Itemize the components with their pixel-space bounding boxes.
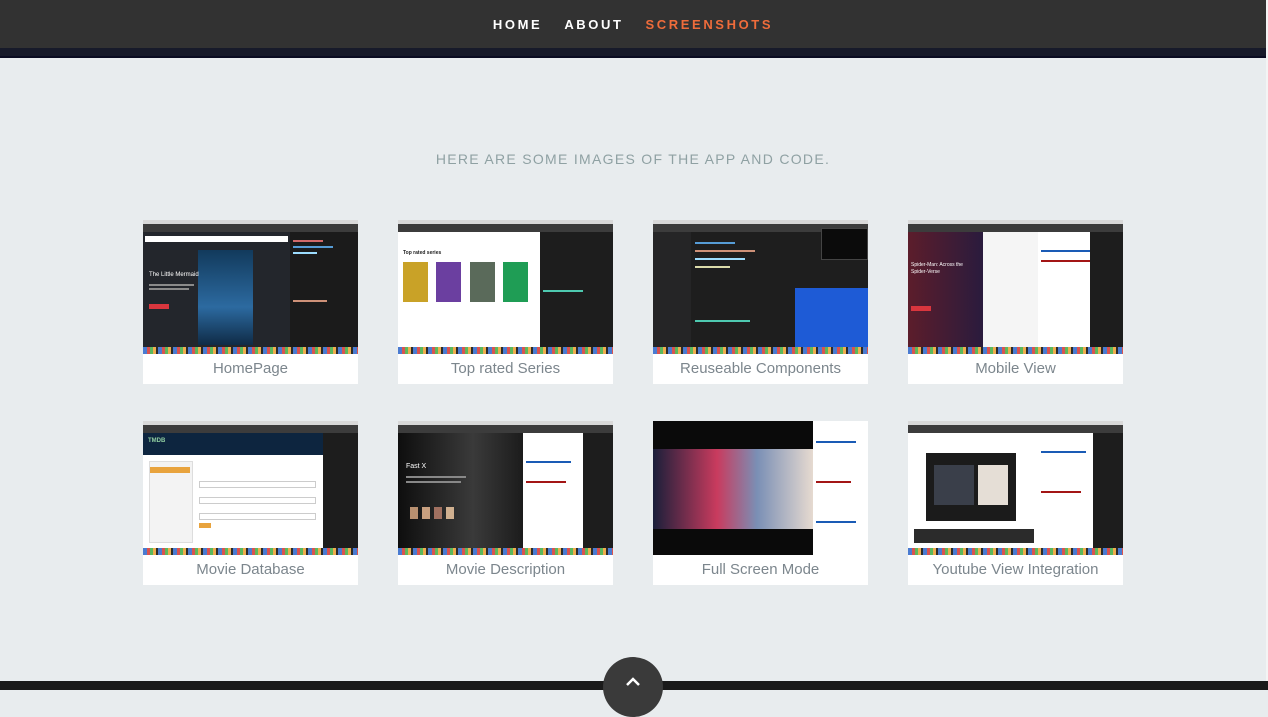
gallery-card-youtube-view-integration[interactable]: Youtube View Integration bbox=[908, 421, 1123, 585]
gallery-card-homepage[interactable]: The Little Mermaid HomePage bbox=[143, 220, 358, 384]
screenshot-thumbnail bbox=[653, 421, 868, 555]
card-caption: Mobile View bbox=[975, 360, 1056, 377]
thumb-series-heading: Top rated series bbox=[403, 250, 442, 256]
card-caption: Movie Database bbox=[196, 561, 305, 578]
gallery-card-mobile-view[interactable]: Spider-Man: Across the Spider-Verse Mobi… bbox=[908, 220, 1123, 384]
thumb-description-title: Fast X bbox=[406, 463, 427, 470]
nav-home-link[interactable]: HOME bbox=[482, 17, 553, 32]
section-heading: HERE ARE SOME IMAGES OF THE APP AND CODE… bbox=[435, 151, 831, 167]
thumb-mobile-title: Spider-Man: Across the Spider-Verse bbox=[911, 262, 963, 275]
screenshot-thumbnail bbox=[908, 421, 1123, 555]
card-caption: Movie Description bbox=[445, 561, 566, 578]
chevron-up-icon bbox=[626, 677, 640, 686]
navbar-shadow-stripe bbox=[0, 48, 1266, 58]
screenshot-thumbnail: TMDB bbox=[143, 421, 358, 555]
card-caption: Top rated Series bbox=[450, 360, 561, 377]
thumb-title-text: The Little Mermaid bbox=[149, 272, 199, 278]
top-navbar: HOME ABOUT SCREENSHOTS bbox=[0, 0, 1266, 48]
screenshot-thumbnail: Spider-Man: Across the Spider-Verse bbox=[908, 220, 1123, 354]
card-caption: HomePage bbox=[212, 360, 289, 377]
gallery-card-top-rated-series[interactable]: Top rated series Top rated Series bbox=[398, 220, 613, 384]
screenshot-thumbnail bbox=[653, 220, 868, 354]
card-caption: Youtube View Integration bbox=[932, 561, 1099, 578]
nav-screenshots-link[interactable]: SCREENSHOTS bbox=[635, 17, 785, 32]
gallery-card-movie-description[interactable]: Fast X Movie Description bbox=[398, 421, 613, 585]
thumb-tmdb-logo: TMDB bbox=[148, 438, 166, 444]
nav-links: HOME ABOUT SCREENSHOTS bbox=[482, 17, 784, 32]
back-to-top-button[interactable] bbox=[603, 657, 663, 717]
card-caption: Reuseable Components bbox=[680, 360, 841, 377]
nav-about-link[interactable]: ABOUT bbox=[553, 17, 634, 32]
gallery-card-movie-database[interactable]: TMDB Movie Database bbox=[143, 421, 358, 585]
screenshot-thumbnail: The Little Mermaid bbox=[143, 220, 358, 354]
card-caption: Full Screen Mode bbox=[701, 561, 820, 578]
gallery-card-reuseable-components[interactable]: Reuseable Components bbox=[653, 220, 868, 384]
screenshot-thumbnail: Top rated series bbox=[398, 220, 613, 354]
screenshot-thumbnail: Fast X bbox=[398, 421, 613, 555]
gallery-card-full-screen-mode[interactable]: Full Screen Mode bbox=[653, 421, 868, 585]
